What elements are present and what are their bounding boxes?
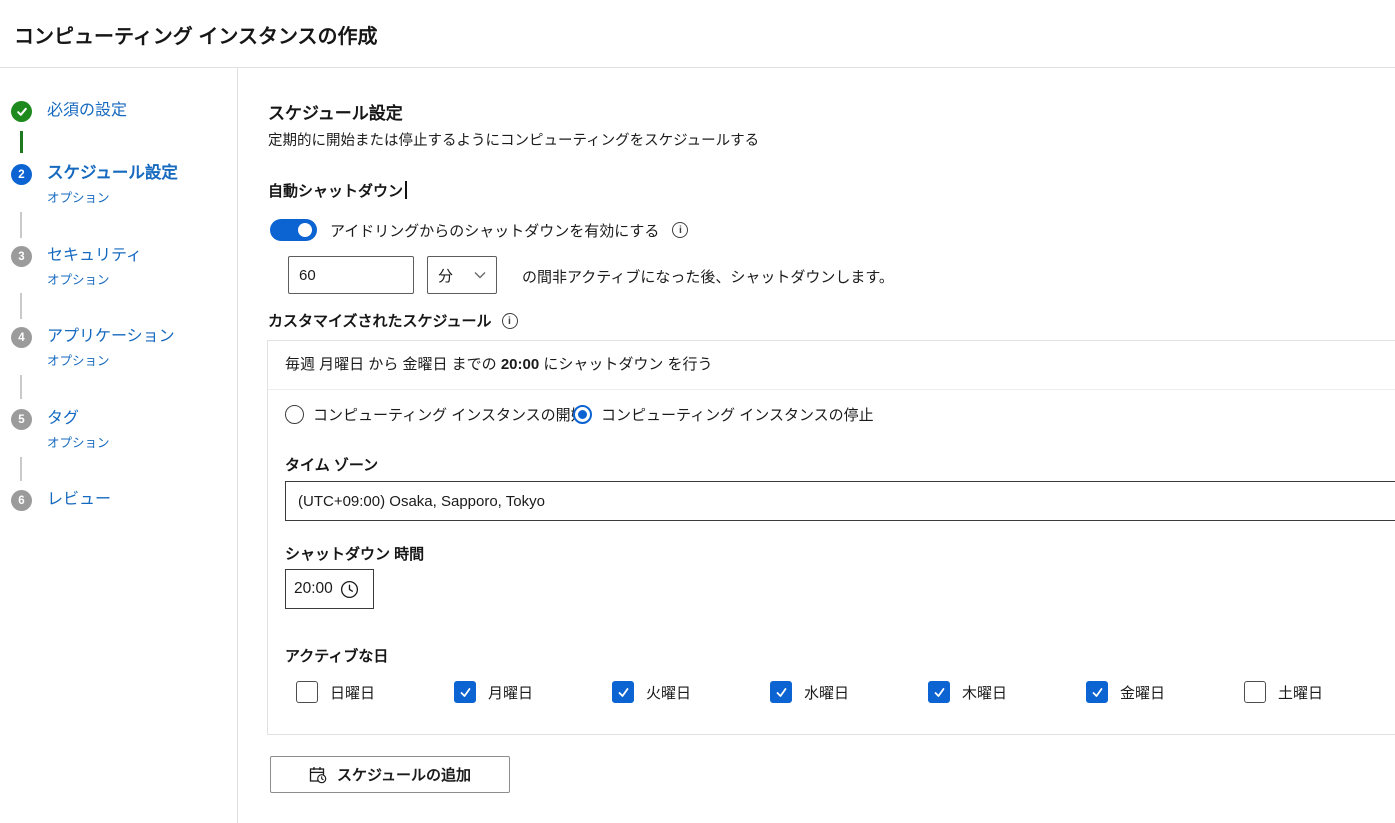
section-heading: スケジュール設定 [268,99,403,124]
timezone-select[interactable]: (UTC+09:00) Osaka, Sapporo, Tokyo [285,481,1395,521]
step-sublabel: オプション [47,269,142,288]
radio-icon [285,405,304,424]
idle-minutes-input[interactable]: 60 [288,256,414,294]
chevron-down-icon [474,271,486,279]
step-label: タグ [47,408,110,429]
step-number-indicator: 2 [11,164,32,185]
checkbox-icon [928,681,950,703]
day-checkbox-saturday[interactable]: 土曜日 [1244,681,1323,703]
idle-shutdown-toggle-label: アイドリングからのシャットダウンを有効にする [330,220,659,241]
auto-shutdown-title: 自動シャットダウン [268,180,407,201]
step-label: アプリケーション [47,326,175,347]
step-label: スケジュール設定 [47,163,178,184]
step-number-indicator: 6 [11,490,32,511]
create-compute-instance-dialog: コンピューティング インスタンスの作成 必須の設定 2 スケジュール設定 オプシ… [0,0,1395,823]
dialog-header: コンピューティング インスタンスの作成 [0,0,1395,68]
text-cursor [405,181,407,199]
custom-schedule-title: カスタマイズされたスケジュール i [268,310,518,331]
clock-icon[interactable] [340,580,359,599]
step-label: 必須の設定 [47,100,127,121]
info-icon[interactable]: i [672,222,688,238]
step-sublabel: オプション [47,350,175,369]
checkbox-icon [1244,681,1266,703]
timezone-label: タイム ゾーン [285,454,378,475]
step-number-indicator: 5 [11,409,32,430]
sidebar-step-tags[interactable]: 5 タグ オプション [11,408,110,451]
sidebar-step-security[interactable]: 3 セキュリティ オプション [11,245,142,288]
day-label: 水曜日 [804,682,849,703]
page-title: コンピューティング インスタンスの作成 [0,0,1395,49]
sidebar-step-schedule-settings[interactable]: 2 スケジュール設定 オプション [11,163,178,206]
day-checkbox-monday[interactable]: 月曜日 [454,681,533,703]
check-icon [16,106,28,118]
step-connector [20,131,23,153]
active-days-label: アクティブな日 [285,645,388,666]
step-number-indicator: 3 [11,246,32,267]
shutdown-time-input[interactable]: 20:00 [285,569,374,609]
step-label: レビュー [47,489,111,510]
schedule-summary: 毎週 月曜日 から 金曜日 までの 20:00 にシャットダウン を行う [268,341,1395,390]
step-connector [20,375,22,399]
step-connector [20,457,22,481]
radio-start-instance[interactable]: コンピューティング インスタンスの開始 [285,404,586,425]
day-label: 月曜日 [488,682,533,703]
radio-icon [573,405,592,424]
step-done-indicator [11,101,32,122]
toggle-knob [298,223,312,237]
checkbox-icon [296,681,318,703]
step-number-indicator: 4 [11,327,32,348]
section-description: 定期的に開始または停止するようにコンピューティングをスケジュールする [268,129,759,150]
idle-unit-value: 分 [438,265,453,286]
day-label: 土曜日 [1278,682,1323,703]
checkbox-icon [454,681,476,703]
idle-shutdown-toggle[interactable] [270,219,317,241]
step-label: セキュリティ [47,245,142,266]
day-checkbox-thursday[interactable]: 木曜日 [928,681,1007,703]
step-connector [20,293,22,319]
schedule-summary-time: 20:00 [501,356,539,373]
add-schedule-button-label: スケジュールの追加 [337,764,471,785]
sidebar-step-application[interactable]: 4 アプリケーション オプション [11,326,175,369]
radio-stop-instance[interactable]: コンピューティング インスタンスの停止 [573,404,874,425]
checkbox-icon [770,681,792,703]
day-label: 日曜日 [330,682,375,703]
day-label: 金曜日 [1120,682,1165,703]
day-label: 木曜日 [962,682,1007,703]
day-checkbox-tuesday[interactable]: 火曜日 [612,681,691,703]
add-schedule-button[interactable]: スケジュールの追加 [270,756,510,793]
calendar-clock-icon [309,766,327,784]
day-checkbox-wednesday[interactable]: 水曜日 [770,681,849,703]
step-sublabel: オプション [47,187,178,206]
idle-unit-select[interactable]: 分 [427,256,497,294]
timezone-value: (UTC+09:00) Osaka, Sapporo, Tokyo [298,493,545,510]
checkbox-icon [1086,681,1108,703]
info-icon[interactable]: i [502,313,518,329]
shutdown-time-label: シャットダウン 時間 [285,543,424,564]
step-sublabel: オプション [47,432,110,451]
schedule-card: 毎週 月曜日 から 金曜日 までの 20:00 にシャットダウン を行う コンピ… [267,340,1395,735]
radio-label: コンピューティング インスタンスの開始 [313,404,586,425]
checkbox-icon [612,681,634,703]
radio-label: コンピューティング インスタンスの停止 [601,404,874,425]
idle-shutdown-toggle-row: アイドリングからのシャットダウンを有効にする i [270,219,688,241]
day-checkbox-sunday[interactable]: 日曜日 [296,681,375,703]
idle-suffix-text: の間非アクティブになった後、シャットダウンします。 [522,266,894,287]
day-label: 火曜日 [646,682,691,703]
day-checkbox-friday[interactable]: 金曜日 [1086,681,1165,703]
idle-minutes-value: 60 [299,267,316,284]
wizard-steps-sidebar: 必須の設定 2 スケジュール設定 オプション 3 セキュリティ オプション 4 … [0,68,238,823]
step-connector [20,212,22,238]
sidebar-step-required-settings[interactable]: 必須の設定 [11,100,127,122]
sidebar-step-review[interactable]: 6 レビュー [11,489,111,511]
shutdown-time-value: 20:00 [294,580,333,598]
